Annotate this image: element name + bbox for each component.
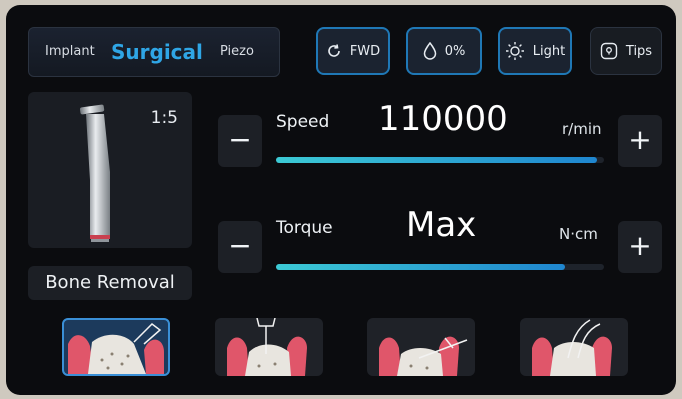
mode-selector: Implant Surgical Piezo <box>28 27 280 77</box>
bone-cutting-icon <box>68 323 164 374</box>
torque-label: Torque <box>276 218 333 238</box>
torque-increase-button[interactable]: + <box>618 221 662 273</box>
procedure-bone-cutting[interactable] <box>62 318 170 376</box>
irrigation-label: 0% <box>444 43 466 59</box>
torque-value: Max <box>406 205 477 245</box>
bone-cleaning-icon-2 <box>532 319 612 376</box>
device-screen: Implant Surgical Piezo FWD 0% Light Tips… <box>6 5 676 395</box>
speed-slider[interactable] <box>276 157 604 163</box>
rotate-icon <box>328 44 340 57</box>
handpiece-card[interactable]: 1:5 <box>28 92 192 248</box>
bone-drilling-icon <box>227 318 307 376</box>
light-button[interactable]: Light <box>498 27 572 75</box>
mode-implant[interactable]: Implant <box>45 28 95 76</box>
gear-ratio: 1:5 <box>150 108 178 128</box>
tips-icon <box>600 42 618 60</box>
tips-button[interactable]: Tips <box>590 27 662 75</box>
torque-slider-fill <box>276 264 565 270</box>
mode-surgical[interactable]: Surgical <box>111 28 203 76</box>
bone-cleaning-icon <box>379 336 468 376</box>
speed-label: Speed <box>276 112 330 132</box>
speed-slider-fill <box>276 157 598 163</box>
direction-label: FWD <box>349 43 381 59</box>
mode-piezo[interactable]: Piezo <box>220 28 254 76</box>
tips-label: Tips <box>625 43 653 59</box>
water-drop-icon <box>423 42 436 60</box>
procedure-bone-drilling[interactable] <box>215 318 323 376</box>
light-label: Light <box>532 43 566 59</box>
task-button[interactable]: Bone Removal <box>28 266 192 300</box>
speed-decrease-button[interactable]: − <box>218 115 262 167</box>
speed-value: 110000 <box>378 99 508 139</box>
speed-unit: r/min <box>562 120 602 138</box>
speed-increase-button[interactable]: + <box>618 115 662 167</box>
handpiece-icon <box>79 104 110 242</box>
procedure-root-extraction[interactable] <box>520 318 628 376</box>
sun-icon <box>505 42 524 60</box>
torque-slider[interactable] <box>276 264 604 270</box>
irrigation-button[interactable]: 0% <box>406 27 482 75</box>
procedure-bone-cleaning[interactable] <box>367 318 475 376</box>
direction-button[interactable]: FWD <box>316 27 390 75</box>
torque-decrease-button[interactable]: − <box>218 221 262 273</box>
torque-unit: N·cm <box>559 225 598 243</box>
